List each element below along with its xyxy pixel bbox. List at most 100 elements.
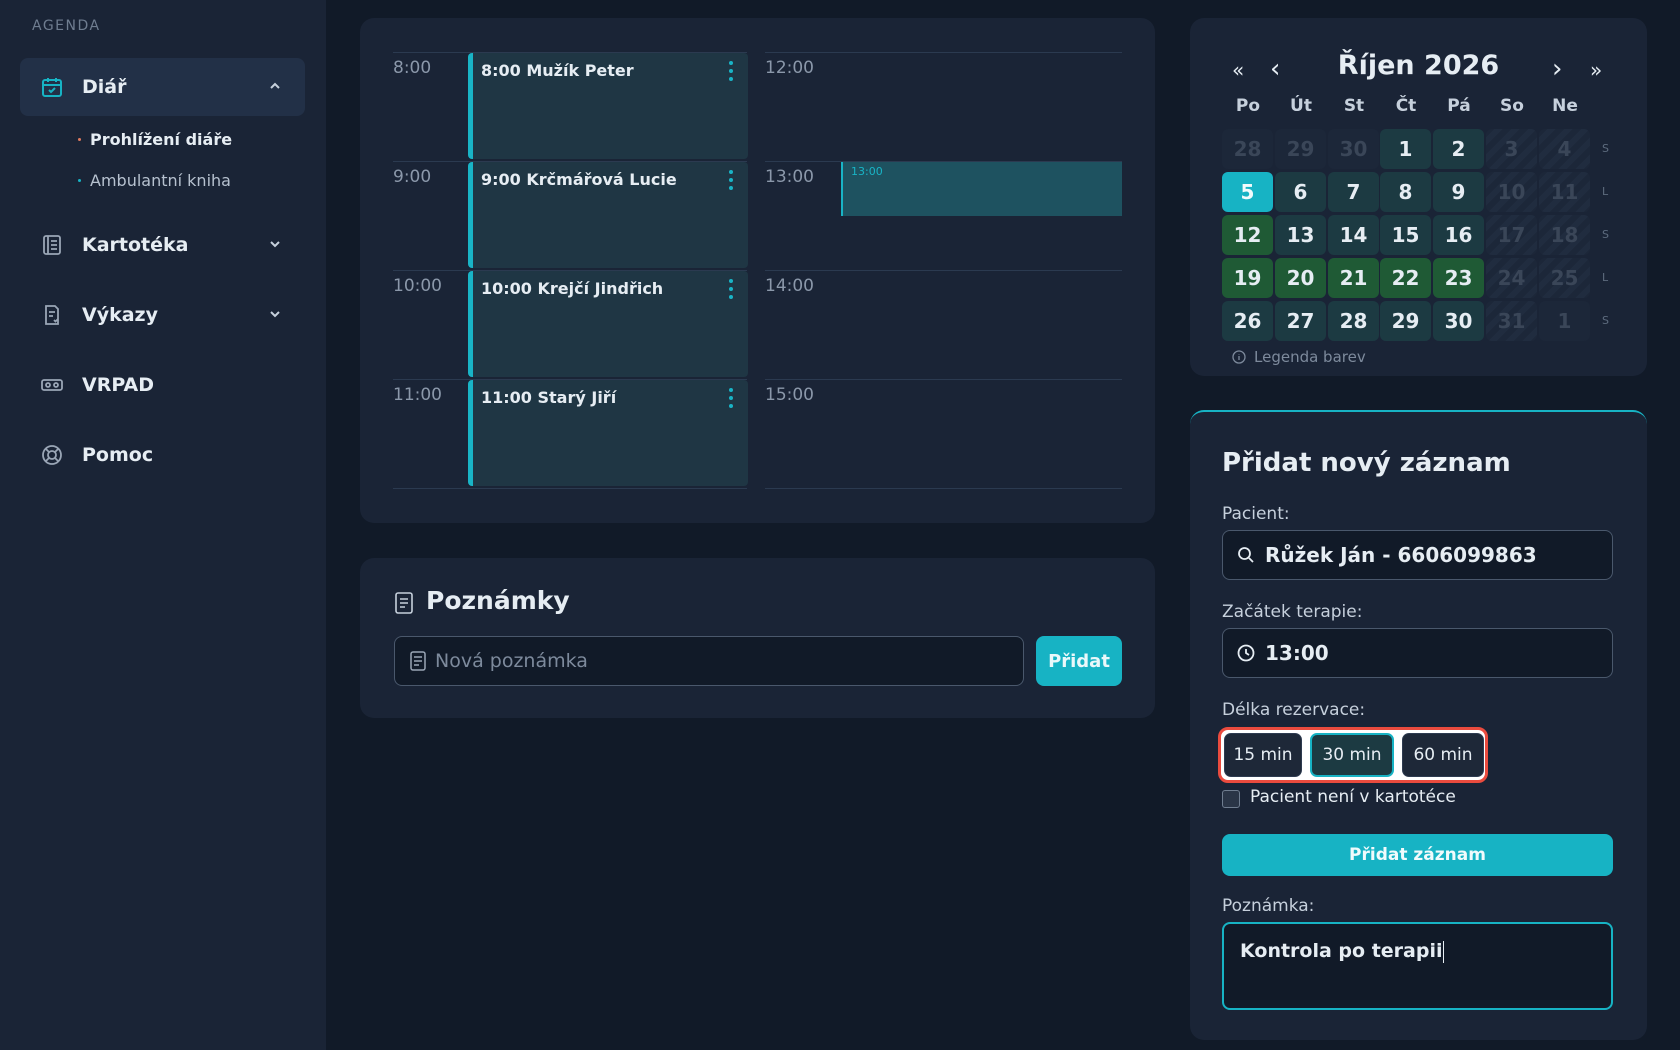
report-icon xyxy=(45,305,59,325)
calendar-day[interactable]: 30 xyxy=(1328,129,1379,169)
calendar-day[interactable]: 27 xyxy=(1275,301,1326,341)
calendar-day[interactable]: 19 xyxy=(1222,258,1273,298)
note-textarea[interactable]: Kontrola po terapii xyxy=(1222,922,1613,1010)
duration-15-button[interactable]: 15 min xyxy=(1224,733,1302,777)
calendar-day[interactable]: 1 xyxy=(1539,301,1590,341)
calendar-panel: Říjen 2026 « ‹ › » Po Út St Čt Pá So Ne … xyxy=(1190,18,1647,376)
patient-label: Pacient: xyxy=(1222,504,1290,524)
nav-item-kartoteka[interactable]: Kartotéka xyxy=(20,216,305,274)
weekday-label: Út xyxy=(1290,96,1312,116)
next-year-button[interactable]: » xyxy=(1590,58,1602,82)
add-note-button[interactable]: Přidat xyxy=(1036,636,1122,686)
duration-60-button[interactable]: 60 min xyxy=(1402,733,1484,777)
info-icon xyxy=(1232,350,1246,364)
weekday-label: Pá xyxy=(1447,96,1471,116)
calendar-day[interactable]: 29 xyxy=(1380,301,1431,341)
calendar-day[interactable]: 8 xyxy=(1380,172,1431,212)
calendar-day[interactable]: 24 xyxy=(1486,258,1537,298)
new-note-field[interactable] xyxy=(394,636,1024,686)
calendar-day[interactable]: 29 xyxy=(1275,129,1326,169)
duration-30-button[interactable]: 30 min xyxy=(1310,733,1394,777)
calendar-day[interactable]: 26 xyxy=(1222,301,1273,341)
calendar-day[interactable]: 1 xyxy=(1380,129,1431,169)
calendar-day[interactable]: 3 xyxy=(1486,129,1537,169)
week-parity-marker: S xyxy=(1602,142,1609,155)
nav-item-label: Výkazy xyxy=(82,304,158,326)
prev-month-button[interactable]: ‹ xyxy=(1270,54,1280,84)
calendar-day[interactable]: 12 xyxy=(1222,215,1273,255)
time-label: 15:00 xyxy=(765,385,814,405)
start-time-field[interactable]: 13:00 xyxy=(1222,628,1613,678)
clock-icon xyxy=(1237,644,1255,662)
chevron-down-icon[interactable] xyxy=(267,236,283,252)
nav-item-vrpad[interactable]: VRPAD xyxy=(20,356,305,414)
more-options-icon[interactable] xyxy=(728,388,734,408)
more-options-icon[interactable] xyxy=(728,170,734,190)
bullet-dot xyxy=(78,138,81,141)
calendar-day[interactable]: 22 xyxy=(1380,258,1431,298)
sub-item-label: Ambulantní kniha xyxy=(90,171,231,190)
note-icon xyxy=(410,651,426,671)
next-month-button[interactable]: › xyxy=(1552,54,1562,84)
chevron-up-icon[interactable] xyxy=(267,78,283,94)
calendar-day[interactable]: 17 xyxy=(1486,215,1537,255)
calendar-day[interactable]: 28 xyxy=(1222,129,1273,169)
appointment-label: 9:00 Krčmářová Lucie xyxy=(481,170,677,189)
calendar-day[interactable]: 21 xyxy=(1328,258,1379,298)
calendar-day[interactable]: 14 xyxy=(1328,215,1379,255)
calendar-day[interactable]: 20 xyxy=(1275,258,1326,298)
prev-year-button[interactable]: « xyxy=(1232,58,1244,82)
week-parity-marker: S xyxy=(1602,314,1609,327)
time-label: 8:00 xyxy=(393,58,432,78)
new-note-input[interactable] xyxy=(435,637,1015,685)
patient-value: Růžek Ján - 6606099863 xyxy=(1265,543,1537,567)
week-parity-marker: L xyxy=(1602,271,1609,284)
calendar-day[interactable]: 30 xyxy=(1433,301,1484,341)
calendar-day-selected[interactable]: 5 xyxy=(1222,172,1273,212)
add-record-button[interactable]: Přidat záznam xyxy=(1222,834,1613,876)
appointment-card[interactable]: 10:00 Krejčí Jindřich xyxy=(468,271,748,377)
lifebuoy-icon xyxy=(42,445,62,465)
appointment-card[interactable]: 8:00 Mužík Peter xyxy=(468,53,748,159)
time-label: 12:00 xyxy=(765,58,814,78)
vr-headset-icon xyxy=(41,379,63,391)
not-in-file-checkbox[interactable] xyxy=(1222,790,1240,808)
calendar-day[interactable]: 4 xyxy=(1539,129,1590,169)
patient-field[interactable]: Růžek Ján - 6606099863 xyxy=(1222,530,1613,580)
start-time-value: 13:00 xyxy=(1265,641,1329,665)
more-options-icon[interactable] xyxy=(728,61,734,81)
bullet-dot xyxy=(78,179,81,182)
chevron-down-icon[interactable] xyxy=(267,306,283,322)
calendar-day[interactable]: 15 xyxy=(1380,215,1431,255)
slot-divider xyxy=(393,488,747,489)
section-label: AGENDA xyxy=(32,18,101,34)
not-in-file-label: Pacient není v kartotéce xyxy=(1250,787,1456,807)
nav-item-diar[interactable]: Diář xyxy=(20,58,305,116)
calendar-day[interactable]: 25 xyxy=(1539,258,1590,298)
calendar-day[interactable]: 31 xyxy=(1486,301,1537,341)
calendar-day[interactable]: 7 xyxy=(1328,172,1379,212)
calendar-day[interactable]: 16 xyxy=(1433,215,1484,255)
nav-item-pomoc[interactable]: Pomoc xyxy=(20,426,305,484)
calendar-check-icon xyxy=(42,78,62,97)
appointment-label: 8:00 Mužík Peter xyxy=(481,61,634,80)
calendar-day[interactable]: 11 xyxy=(1539,172,1590,212)
calendar-day[interactable]: 10 xyxy=(1486,172,1537,212)
calendar-day[interactable]: 18 xyxy=(1539,215,1590,255)
weekday-label: Čt xyxy=(1395,96,1417,116)
new-slot-preview[interactable]: 13:00 xyxy=(841,162,1122,216)
calendar-day[interactable]: 13 xyxy=(1275,215,1326,255)
calendar-day[interactable]: 23 xyxy=(1433,258,1484,298)
calendar-day[interactable]: 9 xyxy=(1433,172,1484,212)
calendar-day[interactable]: 2 xyxy=(1433,129,1484,169)
appointment-card[interactable]: 9:00 Krčmářová Lucie xyxy=(468,162,748,268)
appointment-card[interactable]: 11:00 Starý Jiří xyxy=(468,380,748,486)
nav-item-label: VRPAD xyxy=(82,374,154,396)
form-title: Přidat nový záznam xyxy=(1222,448,1511,478)
more-options-icon[interactable] xyxy=(728,279,734,299)
nav-item-vykazy[interactable]: Výkazy xyxy=(20,286,305,344)
calendar-day[interactable]: 28 xyxy=(1328,301,1379,341)
slot-divider xyxy=(765,270,1122,271)
new-slot-time: 13:00 xyxy=(851,165,883,178)
calendar-day[interactable]: 6 xyxy=(1275,172,1326,212)
